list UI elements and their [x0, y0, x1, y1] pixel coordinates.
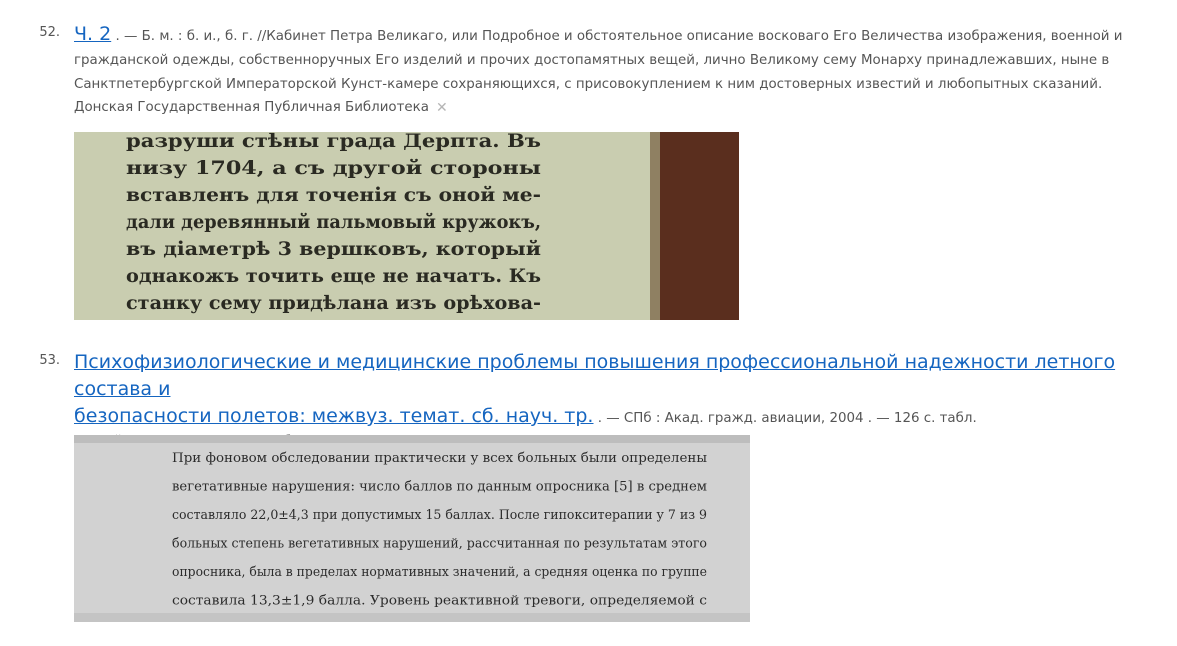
scan-text-line: вегетативные нарушения: число баллов по … — [172, 479, 707, 494]
scan-image-52: разруши стѣны града Дерпта. Въ низу 1704,… — [74, 132, 739, 320]
scan-text-line: составляло 22,0±4,3 при допустимых 15 ба… — [172, 507, 707, 522]
result-meta-line-2: гражданской одежды, собственноручных Его… — [74, 53, 1110, 68]
close-icon[interactable]: ✕ — [436, 101, 448, 115]
scan-book-spine — [656, 132, 739, 320]
scan-bleed-through — [74, 613, 750, 622]
scan-text-line: однакожъ точить еще не начатъ. Къ — [126, 265, 541, 287]
scan-text-line: вставленъ для точенія съ оной ме- — [126, 184, 541, 206]
result-meta-text: . — Б. м. : б. и., б. г. //Кабинет Петра… — [111, 29, 1123, 44]
result-title-link-cont[interactable]: безопасности полетов: межвуз. темат. сб.… — [74, 405, 593, 427]
scan-text-line: станку сему придѣлана изъ орѣхова- — [126, 292, 541, 314]
result-title-line-2: безопасности полетов: межвуз. темат. сб.… — [74, 404, 1127, 431]
result-content: Ч. 2 . — Б. м. : б. и., б. г. //Кабинет … — [74, 22, 1127, 119]
result-number: 53. — [39, 353, 60, 368]
scan-text-line: опросника, была в пределах нормативных з… — [172, 564, 707, 579]
page-scan-thumbnail[interactable]: При фоновом обследовании практически у в… — [74, 435, 750, 622]
result-number: 52. — [39, 25, 60, 40]
scan-image-53: При фоновом обследовании практически у в… — [74, 435, 750, 622]
scan-text-line: разруши стѣны града Дерпта. Въ — [126, 132, 541, 152]
result-meta-line-1: Ч. 2 . — Б. м. : б. и., б. г. //Кабинет … — [74, 22, 1127, 49]
scan-page-edge — [650, 132, 660, 320]
result-title-link[interactable]: Ч. 2 — [74, 23, 111, 45]
scan-text-line: При фоновом обследовании практически у в… — [172, 450, 707, 465]
result-library: Донская Государственная Публичная Библио… — [74, 97, 1127, 119]
scan-bleed-through — [74, 435, 750, 443]
scan-text-line: составила 13,3±1,9 балла. Уровень реакти… — [172, 593, 707, 608]
scan-text-line: въ діаметрѣ 3 вершковъ, который — [126, 238, 541, 260]
scan-text-line: низу 1704, а съ другой стороны — [126, 157, 541, 179]
library-name: Донская Государственная Публичная Библио… — [74, 100, 429, 115]
scan-text-line: дали деревянный пальмовый кружокъ, — [126, 211, 541, 233]
result-title-link[interactable]: Психофизиологические и медицинские пробл… — [74, 351, 1115, 400]
result-title-line-1: Психофизиологические и медицинские пробл… — [74, 350, 1127, 404]
result-meta-line-3: Санктпетербургской Императорской Кунст-к… — [74, 77, 1103, 92]
scan-text-line: больных степень вегетативных нарушений, … — [172, 536, 707, 551]
page-scan-thumbnail[interactable]: разруши стѣны града Дерпта. Въ низу 1704,… — [74, 132, 739, 320]
result-meta-text: . — СПб : Акад. гражд. авиации, 2004 . —… — [593, 411, 977, 426]
